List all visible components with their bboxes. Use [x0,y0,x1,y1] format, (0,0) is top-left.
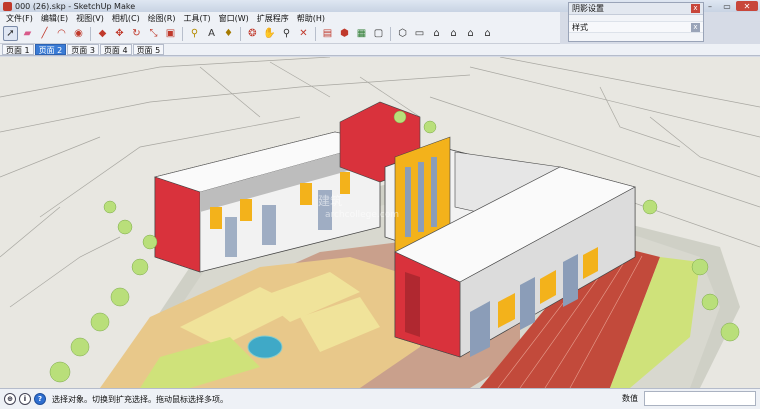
left-view-icon[interactable]: ⌂ [480,26,495,41]
watermark-line1: 建筑 [318,193,342,208]
offset-icon[interactable]: ▣ [163,26,178,41]
style-icon[interactable]: ▢ [371,26,386,41]
measurements-input[interactable] [644,391,756,406]
iso-view-icon[interactable]: ⬡ [395,26,410,41]
credits-icon[interactable]: i [19,393,31,405]
menu-camera[interactable]: 相机(C) [108,13,144,24]
model-viewport[interactable]: 建筑 archcollege.com [0,57,760,388]
menu-draw[interactable]: 绘图(R) [144,13,180,24]
minimize-button[interactable]: – [702,1,718,11]
toolbar-separator [182,26,183,41]
status-hint: 选择对象。切换到扩充选择。拖动鼠标选择多项。 [52,394,228,404]
rotate-icon[interactable]: ↻ [129,26,144,41]
back-view-icon[interactable]: ⌂ [463,26,478,41]
move-icon[interactable]: ✥ [112,26,127,41]
toolbar-separator [315,26,316,41]
layout-icon[interactable]: ▦ [354,26,369,41]
right-view-icon[interactable]: ⌂ [446,26,461,41]
tray-styles-title: 样式 [572,22,588,32]
menu-view[interactable]: 视图(V) [72,13,108,24]
menu-help[interactable]: 帮助(H) [293,13,329,24]
select-icon[interactable]: ➚ [3,26,18,41]
instructor-icon[interactable]: ? [34,393,46,405]
tab-scene-5[interactable]: 页面 5 [132,44,165,55]
extension-warehouse-icon[interactable]: ⬢ [337,26,352,41]
tray-shadows-header[interactable]: 阴影设置 x [569,3,703,15]
front-view-icon[interactable]: ⌂ [429,26,444,41]
eraser-icon[interactable]: ▰ [20,26,35,41]
main-toolbar: ➚ ▰ ╱ ◠ ◉ ◆ ✥ ↻ ⤡ ▣ ⚲ A ♦ ❂ ✋ ⚲ ✕ ▤ ⬢ ▦ … [0,24,560,44]
zoom-icon[interactable]: ⚲ [279,26,294,41]
tray-styles-header[interactable]: 样式 x [569,21,703,33]
toolbar-separator [390,26,391,41]
close-button[interactable]: ✕ [736,1,758,11]
arc-icon[interactable]: ◠ [54,26,69,41]
tray-close-button[interactable]: x [691,4,700,13]
tab-scene-1[interactable]: 页面 1 [2,44,34,55]
default-tray-panel: 阴影设置 x 样式 x [568,2,704,42]
restore-button[interactable]: ▭ [719,1,735,11]
tab-scene-2[interactable]: 页面 2 [34,44,67,55]
menu-file[interactable]: 文件(F) [2,13,37,24]
orbit-icon[interactable]: ❂ [245,26,260,41]
geo-location-icon[interactable]: ⊕ [4,393,16,405]
toolbar-separator [90,26,91,41]
tape-measure-icon[interactable]: ⚲ [187,26,202,41]
shape-icon[interactable]: ◉ [71,26,86,41]
sketchup-logo-icon [3,1,12,11]
scene-tabs: 页面 1 页面 2 页面 3 页面 4 页面 5 [0,44,760,56]
menu-extensions[interactable]: 扩展程序 [253,13,293,24]
menu-tools[interactable]: 工具(T) [180,13,215,24]
window-controls: – ▭ ✕ [702,1,758,11]
warehouse-icon[interactable]: ▤ [320,26,335,41]
scale-icon[interactable]: ⤡ [146,26,161,41]
text-icon[interactable]: A [204,26,219,41]
watermark-line2: archcollege.com [325,210,399,220]
top-view-icon[interactable]: ▭ [412,26,427,41]
status-bar: ⊕ i ? 选择对象。切换到扩充选择。拖动鼠标选择多项。 数值 [0,388,760,409]
pan-icon[interactable]: ✋ [262,26,277,41]
window-title: 000 (26).skp - SketchUp Make [15,1,136,11]
menu-bar: 文件(F) 编辑(E) 视图(V) 相机(C) 绘图(R) 工具(T) 窗口(W… [0,12,560,24]
zoom-extents-icon[interactable]: ✕ [296,26,311,41]
menu-window[interactable]: 窗口(W) [215,13,253,24]
pool [247,335,283,359]
push-pull-icon[interactable]: ◆ [95,26,110,41]
paint-bucket-icon[interactable]: ♦ [221,26,236,41]
tab-scene-4[interactable]: 页面 4 [99,44,132,55]
tab-scene-3[interactable]: 页面 3 [67,44,99,55]
tray-styles-close-button[interactable]: x [691,22,700,32]
tray-shadows-title: 阴影设置 [572,4,604,13]
toolbar-separator [240,26,241,41]
measurements-label: 数值 [622,394,638,403]
menu-edit[interactable]: 编辑(E) [37,13,72,24]
pencil-icon[interactable]: ╱ [37,26,52,41]
campus-model-render: 建筑 archcollege.com [0,57,760,388]
